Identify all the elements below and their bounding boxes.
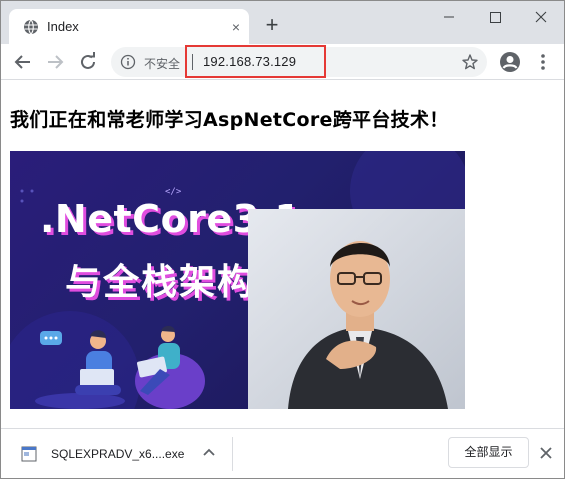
info-icon[interactable]	[120, 54, 136, 70]
developers-illustration	[35, 325, 205, 409]
window-close-icon[interactable]	[526, 6, 556, 28]
maximize-icon[interactable]	[480, 6, 510, 28]
menu-kebab-icon[interactable]	[531, 50, 555, 74]
tab-strip: Index × +	[1, 1, 564, 44]
tab-index[interactable]: Index ×	[9, 9, 249, 44]
forward-arrow-icon[interactable]	[43, 50, 67, 74]
page-content: 我们正在和常老师学习AspNetCore跨平台技术！ </> .NetCore3…	[1, 81, 564, 428]
show-all-downloads-button[interactable]: 全部显示	[448, 437, 529, 468]
profile-avatar-icon[interactable]	[498, 50, 522, 74]
banner-code-tag: </>	[165, 187, 182, 197]
back-arrow-icon[interactable]	[11, 50, 35, 74]
course-banner-image: </> .NetCore3.1 与全栈架构	[10, 151, 465, 409]
bookmark-star-icon[interactable]	[461, 53, 479, 71]
banner-title-line2: 与全栈架构	[65, 262, 256, 303]
exe-file-icon	[21, 446, 37, 462]
close-shelf-icon[interactable]	[536, 443, 556, 463]
chevron-up-icon[interactable]	[199, 443, 219, 463]
browser-window: Index × + 不安全 192.168.73.129 我们正在和常老师学习A…	[0, 0, 565, 479]
url-highlight-box	[185, 45, 326, 78]
tab-title: Index	[47, 19, 79, 34]
new-tab-button[interactable]: +	[260, 14, 284, 38]
shelf-divider	[232, 437, 233, 471]
insecure-label[interactable]: 不安全	[144, 55, 180, 72]
globe-icon	[24, 19, 38, 35]
download-shelf: SQLEXPRADV_x6....exe 全部显示	[1, 428, 564, 478]
address-bar[interactable]: 不安全 192.168.73.129	[111, 45, 487, 78]
presenter-photo	[248, 209, 465, 409]
reload-icon[interactable]	[76, 50, 100, 74]
minimize-icon[interactable]	[434, 6, 464, 28]
toolbar: 不安全 192.168.73.129	[1, 44, 564, 80]
page-headline: 我们正在和常老师学习AspNetCore跨平台技术！	[10, 109, 449, 131]
download-file-name[interactable]: SQLEXPRADV_x6....exe	[51, 447, 184, 461]
tab-close-icon[interactable]: ×	[227, 18, 245, 36]
